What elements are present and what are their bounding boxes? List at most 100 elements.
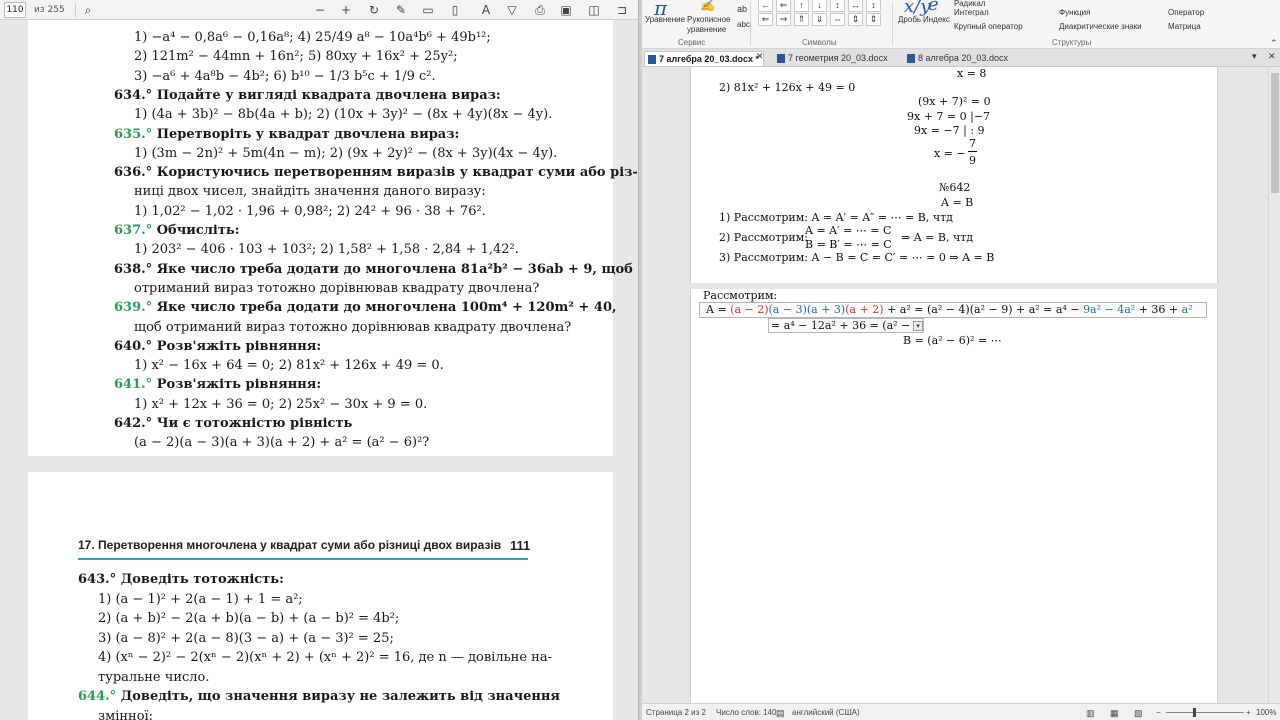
task-text: 1) x² − 16x + 64 = 0; 2) 81x² + 126x + 4… (134, 358, 444, 374)
draw-icon[interactable]: ✎ (393, 2, 409, 18)
tab-list-icon[interactable]: ▾ (1252, 51, 1257, 62)
symbol-button[interactable]: ↕ (830, 0, 845, 12)
zoom-level[interactable]: 100% (1256, 708, 1276, 717)
read-aloud-icon[interactable]: A (478, 2, 494, 18)
fraction-button[interactable]: Дробь (898, 15, 921, 24)
symbol-button[interactable]: ← (758, 0, 773, 12)
zoom-in-icon[interactable]: + (338, 2, 354, 18)
language-status[interactable]: английский (США) (792, 708, 860, 717)
large-operator-button[interactable]: Крупный оператор (954, 22, 1023, 31)
equation-button[interactable]: Уравнение (645, 15, 685, 24)
ink-equation-icon[interactable]: ✍ (700, 0, 715, 12)
zoom-slider[interactable] (1166, 712, 1244, 713)
equation-line[interactable]: (9x + 7)² = 0 (918, 95, 991, 108)
equation-line[interactable]: 9x + 7 = 0 |−7 (907, 110, 990, 123)
equation-line[interactable]: x = 8 (957, 67, 986, 80)
textbook-line: 1) (3m − 2n)² + 5m(4n − m); 2) (9x + 2y)… (134, 146, 557, 161)
search-icon[interactable]: ⌕ (80, 2, 96, 18)
page-status[interactable]: Страница 2 из 2 (646, 708, 706, 717)
tab-8-algebra[interactable]: 8 алгебра 20_03.docx (904, 51, 1016, 66)
function-button[interactable]: Функция (1059, 8, 1090, 17)
equation-options-icon[interactable]: ▾ (913, 321, 923, 331)
task-text: ниці двох чисел, знайдіть значення даног… (134, 184, 486, 200)
pin-icon[interactable]: ⊐ (614, 2, 630, 18)
document-page[interactable]: x = 8 2) 81x² + 126x + 49 = 0 (9x + 7)² … (690, 67, 1218, 703)
symbol-button[interactable]: ⇒ (776, 13, 791, 26)
zoom-out-icon[interactable]: − (312, 2, 328, 18)
task-text: Перетворіть у квадрат двочлена вираз: (152, 126, 460, 142)
linear-format-icon[interactable]: abc (737, 20, 750, 29)
textbook-line: (a − 2)(a − 3)(a + 3)(a + 2) + a² = (a² … (134, 435, 429, 450)
symbol-button[interactable]: ⇓ (812, 13, 827, 26)
symbol-button[interactable]: ⇐ (776, 0, 791, 12)
symbol-button[interactable]: ↔ (848, 0, 863, 12)
symbol-button[interactable]: ⇕ (848, 13, 863, 26)
web-layout-icon[interactable]: ▧ (1134, 708, 1143, 719)
equation-continuation[interactable]: = a⁴ − 12a² + 36 = (a² − (771, 319, 910, 332)
save-icon[interactable]: ▣ (558, 2, 574, 18)
task-text: Яке число треба додати до многочлена 81a… (152, 261, 633, 277)
symbol-button[interactable]: ⇐ (758, 13, 773, 26)
save-as-icon[interactable]: ◫ (586, 2, 602, 18)
zoom-out-icon[interactable]: − (1156, 708, 1161, 717)
print-layout-icon[interactable]: ▦ (1110, 708, 1119, 719)
read-mode-icon[interactable]: ▥ (1086, 708, 1095, 719)
radical-button[interactable]: Радикал (954, 0, 985, 8)
equation-line[interactable]: 2) Рассмотрим: (719, 231, 808, 244)
integral-button[interactable]: Интеграл (954, 8, 989, 17)
collapse-ribbon-icon[interactable]: ⌃ (1270, 38, 1278, 49)
textbook-line: 642.° Чи є тотожністю рівність (114, 416, 352, 431)
pdf-toolbar: 110 из 255 ⌕ − + ↻ ✎ ▭ ▯ A ▽ ⎙ ▣ ◫ ⊐ (0, 0, 638, 20)
equation-main[interactable]: A = (a − 2)(a − 3)(a + 3)(a + 2) + a² = … (706, 303, 1193, 316)
operator-button[interactable]: Оператор (1168, 8, 1204, 17)
symbol-button[interactable]: ⇕ (866, 13, 881, 26)
zoom-in-icon[interactable]: + (1246, 708, 1251, 717)
print-icon[interactable]: ⎙ (532, 2, 548, 18)
close-tab-icon[interactable]: ✕ (756, 51, 764, 62)
normal-text-icon[interactable]: ab (737, 4, 747, 14)
paragraph-label[interactable]: Рассмотрим: (703, 289, 777, 302)
symbol-button[interactable]: ⇑ (794, 13, 809, 26)
index-button[interactable]: Индекс (923, 15, 950, 24)
matrix-button[interactable]: Матрица (1168, 22, 1201, 31)
symbol-button[interactable]: ↑ (794, 0, 809, 12)
task-text: Доведіть тотожність: (116, 572, 284, 587)
index-icon[interactable]: e (928, 0, 939, 15)
highlight-icon[interactable]: ▽ (504, 2, 520, 18)
group-symbols: Символы (802, 38, 837, 47)
task-text: Чи є тотожністю рівність (152, 416, 353, 431)
task-text: Розв'яжіть рівняння: (152, 338, 322, 354)
scroll-thumb[interactable] (1271, 73, 1279, 193)
equation-line[interactable]: 2) 81x² + 126x + 49 = 0 (719, 81, 855, 94)
close-window-icon[interactable]: ✕ (1268, 51, 1276, 62)
equation-line[interactable]: A = B (941, 196, 973, 209)
equation-line[interactable]: 9x = −7 | : 9 (914, 124, 985, 137)
equation-line[interactable]: ⇒ A = B, чтд (901, 231, 973, 244)
tab-7-geometry[interactable]: 7 геометрия 20_03.docx (774, 51, 896, 66)
symbol-button[interactable]: ↕ (866, 0, 881, 12)
equation-line[interactable]: B = (a² − 6)² = ⋯ (903, 334, 1002, 347)
rotate-icon[interactable]: ↻ (366, 2, 382, 18)
symbol-button[interactable]: ⇔ (830, 13, 845, 26)
equation-line[interactable]: B = B′ = ⋯ = C (805, 238, 892, 251)
two-page-icon[interactable]: ▯ (447, 2, 463, 18)
equation-line[interactable]: 3) Рассмотрим: A − B = C = C′ = ⋯ = 0 ⇒ … (719, 251, 994, 264)
equation-line[interactable]: A = A′ = ⋯ = C (805, 224, 891, 237)
zoom-slider-knob[interactable] (1193, 708, 1196, 717)
equation-line[interactable]: x = − (934, 147, 966, 160)
tab-7-algebra[interactable]: 7 алгебра 20_03.docx * (644, 51, 764, 66)
word-doc-icon (907, 54, 915, 63)
word-count[interactable]: Число слов: 140 (716, 708, 776, 717)
pdf-page-110: 1) −a⁴ − 0,8a⁶ − 0,16a⁸; 4) 25/49 a⁸ − 1… (28, 20, 638, 456)
equation-line[interactable]: 1) Рассмотрим: A = A′ = A″ = ⋯ = B, чтд (719, 211, 953, 224)
symbol-button[interactable]: ↓ (812, 0, 827, 12)
vertical-scrollbar[interactable] (1268, 67, 1280, 703)
page-number-input[interactable]: 110 (4, 1, 26, 18)
ink-equation-button[interactable]: Рукописное уравнение (687, 15, 735, 35)
document-area: x = 8 2) 81x² + 126x + 49 = 0 (9x + 7)² … (642, 67, 1280, 703)
fit-page-icon[interactable]: ▭ (420, 2, 436, 18)
accents-button[interactable]: Диакритические знаки (1059, 22, 1142, 31)
pdf-viewer: 110 из 255 ⌕ − + ↻ ✎ ▭ ▯ A ▽ ⎙ ▣ ◫ ⊐ 1) … (0, 0, 638, 720)
task-number: 637.° (114, 223, 153, 238)
proofing-icon[interactable]: ▤ (776, 708, 785, 719)
